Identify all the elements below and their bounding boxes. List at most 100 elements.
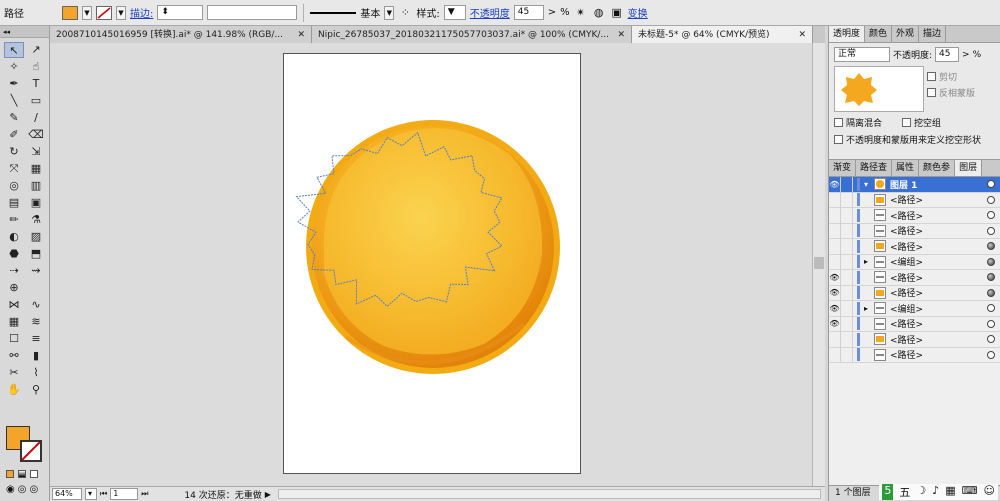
layer-row[interactable]: <路径> — [829, 223, 1000, 239]
tool-icon[interactable]: ⤧ — [4, 161, 24, 177]
clip-checkbox[interactable] — [927, 72, 936, 81]
tool-icon[interactable]: ▤ — [4, 195, 24, 211]
ime-tool-icon[interactable]: ▦ — [945, 484, 955, 500]
tab-pathfinder[interactable]: 路径查 — [856, 160, 893, 176]
tab-gradient[interactable]: 渐变 — [829, 160, 857, 176]
eye-icon[interactable]: 👁 — [829, 269, 841, 285]
eye-icon[interactable]: 👁 — [829, 285, 841, 301]
ime-tool-icon[interactable]: ♪ — [932, 484, 939, 500]
tool-icon[interactable]: ☐ — [4, 331, 24, 347]
variable-width-field[interactable] — [207, 5, 298, 20]
recolor-icon[interactable]: ✴ — [574, 6, 588, 20]
tab-appearance[interactable]: 外观 — [892, 26, 920, 42]
target-icon[interactable] — [987, 350, 995, 359]
expand-icon[interactable]: ▸ — [864, 304, 874, 313]
target-icon[interactable] — [987, 335, 995, 344]
vertical-scrollbar[interactable] — [812, 43, 825, 486]
tab-color-guide[interactable]: 颜色参 — [919, 160, 956, 176]
tool-icon[interactable]: ↻ — [4, 144, 24, 160]
opacity-thumbnail[interactable] — [834, 66, 924, 112]
target-icon[interactable] — [987, 180, 995, 189]
target-icon[interactable] — [987, 273, 995, 282]
layer-row[interactable]: <路径> — [829, 331, 1000, 348]
fill-dropdown[interactable]: ▼ — [82, 5, 92, 20]
horizontal-scrollbar[interactable] — [277, 489, 821, 499]
invert-checkbox[interactable] — [927, 88, 936, 97]
tool-icon[interactable]: ⌫ — [26, 127, 46, 143]
tool-icon[interactable]: ≡ — [26, 331, 46, 347]
eye-icon[interactable]: 👁 — [829, 176, 841, 192]
knockout-checkbox[interactable] — [902, 118, 912, 127]
transform-link[interactable]: 变换 — [628, 5, 648, 20]
eye-icon[interactable] — [829, 331, 841, 347]
tool-icon[interactable]: ↗ — [26, 42, 46, 58]
tool-icon[interactable]: ∕ — [26, 110, 46, 126]
lock-toggle[interactable] — [841, 269, 853, 285]
target-icon[interactable] — [987, 242, 995, 251]
lock-toggle[interactable] — [841, 238, 853, 254]
ime-logo-icon[interactable]: 5 — [882, 484, 894, 500]
opacity-arrow-icon[interactable]: > — [962, 50, 970, 60]
layer-row[interactable]: 👁 <路径> — [829, 269, 1000, 286]
expand-icon[interactable]: ▾ — [864, 180, 874, 189]
stroke-weight-field[interactable]: ⬍ — [157, 5, 204, 20]
tool-icon[interactable]: ◐ — [4, 229, 24, 245]
globe-icon[interactable]: ◍ — [592, 6, 606, 20]
tab-stroke[interactable]: 描边 — [919, 26, 947, 42]
target-icon[interactable] — [987, 319, 995, 328]
color-mode-icon[interactable] — [6, 470, 14, 478]
tab-doc-1[interactable]: 20087101450169​59 [转换].ai* @ 141.98% (RG… — [50, 26, 312, 43]
layer-row[interactable]: <路径> — [829, 192, 1000, 208]
layer-row[interactable]: 👁 <路径> — [829, 285, 1000, 301]
layer-row[interactable]: 👁 ▸ <编组> — [829, 300, 1000, 317]
tools-grip[interactable]: ◂◂ — [0, 26, 49, 38]
expand-icon[interactable]: ▸ — [864, 257, 874, 266]
eye-icon[interactable]: 👁 — [829, 316, 841, 332]
layer-row[interactable]: ▸ <编组> — [829, 254, 1000, 270]
first-page-icon[interactable]: ⏮ — [100, 489, 107, 499]
isolate-checkbox[interactable] — [834, 118, 843, 127]
ime-tool-icon[interactable]: ☺ — [984, 484, 995, 500]
artboard[interactable] — [283, 53, 581, 474]
close-icon[interactable]: ✕ — [297, 27, 305, 43]
target-icon[interactable] — [987, 211, 995, 220]
tool-icon[interactable]: ▮ — [26, 348, 46, 364]
lock-toggle[interactable] — [841, 254, 853, 270]
tool-icon[interactable]: ✋ — [4, 382, 24, 398]
page-field[interactable]: 1 — [110, 488, 139, 500]
close-icon[interactable]: ✕ — [617, 27, 625, 43]
eye-icon[interactable] — [829, 207, 841, 223]
tool-icon[interactable]: ▦ — [4, 314, 24, 330]
eye-icon[interactable]: 👁 — [829, 300, 841, 316]
opacity-field[interactable]: 45 — [513, 5, 544, 20]
tool-icon[interactable]: ✐ — [4, 127, 24, 143]
panel-opacity-field[interactable]: 45 — [935, 47, 960, 62]
gradient-mode-icon[interactable] — [18, 470, 26, 478]
tab-doc-2[interactable]: Nipic_26785037_20180321175057703037.ai* … — [312, 26, 632, 43]
stroke-dropdown[interactable]: ▼ — [116, 5, 126, 20]
ime-tool-icon[interactable]: 五 — [899, 484, 910, 500]
lock-toggle[interactable] — [841, 316, 853, 332]
tool-icon[interactable]: ▦ — [26, 161, 46, 177]
ime-tool-icon[interactable]: ⌨ — [962, 484, 978, 500]
layer-row-main[interactable]: 👁 ▾ 图层 1 — [829, 176, 1000, 193]
tool-icon[interactable]: T — [26, 76, 46, 92]
scroll-thumb[interactable] — [814, 257, 824, 269]
tool-icon[interactable]: ⇝ — [26, 263, 46, 279]
layer-row[interactable]: <路径> — [829, 238, 1000, 255]
draw-behind-icon[interactable]: ◎ — [18, 484, 27, 495]
lock-toggle[interactable] — [841, 192, 853, 208]
target-icon[interactable] — [987, 195, 995, 204]
none-mode-icon[interactable] — [30, 470, 38, 478]
tool-icon[interactable]: ⌇ — [26, 365, 46, 381]
lock-toggle[interactable] — [841, 347, 853, 363]
stroke-color-icon[interactable] — [20, 440, 42, 462]
eye-icon[interactable] — [829, 254, 841, 270]
tool-icon[interactable]: ✂ — [4, 365, 24, 381]
ime-tool-icon[interactable]: ☽ — [916, 484, 926, 500]
tool-icon[interactable]: ⊕ — [4, 280, 24, 296]
fill-swatch[interactable] — [62, 5, 78, 20]
tab-doc-3[interactable]: 未标题-5* @ 64% (CMYK/预览) ✕ — [632, 26, 813, 43]
tool-icon[interactable]: ☝ — [26, 59, 46, 75]
status-arrow-icon[interactable]: ▶ — [265, 490, 271, 499]
